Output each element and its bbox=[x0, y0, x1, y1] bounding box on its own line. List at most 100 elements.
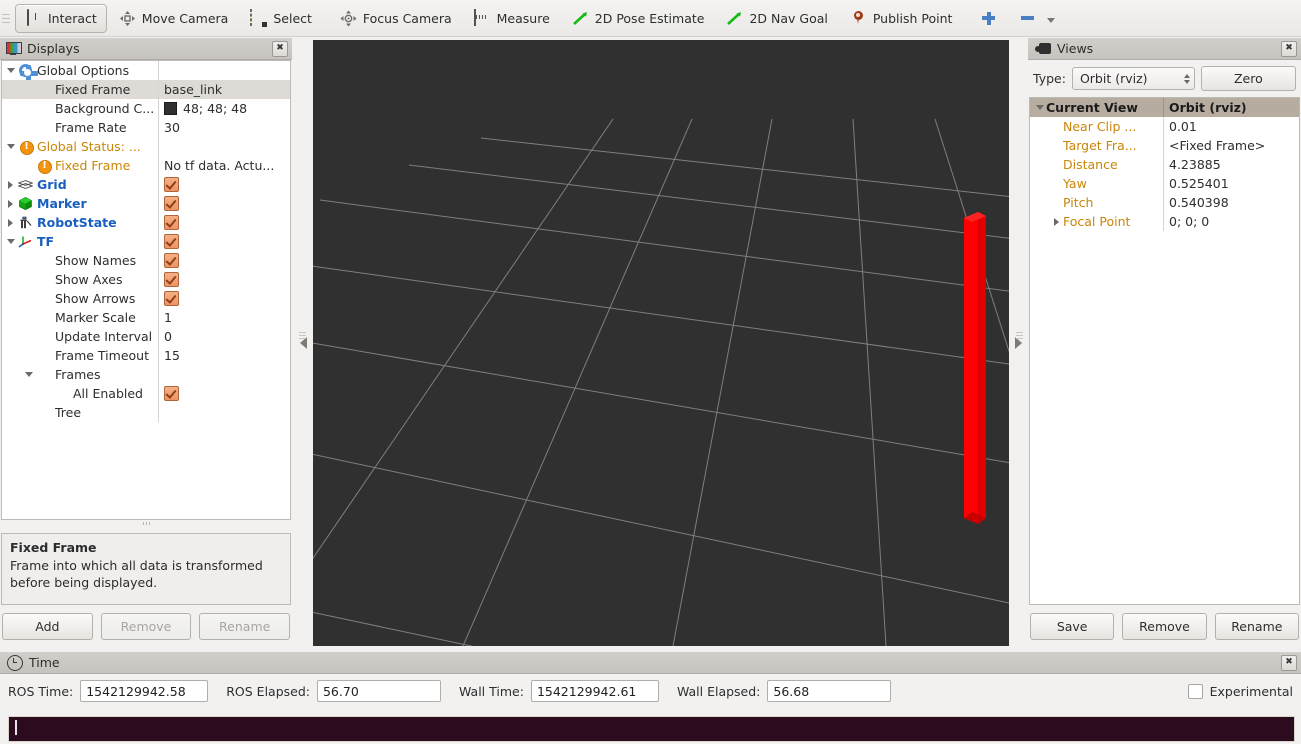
expander-icon[interactable] bbox=[4, 175, 17, 194]
displays-property-tree[interactable]: Global Options Fixed Frame base_link Backgr… bbox=[1, 60, 291, 520]
property-value-cell[interactable] bbox=[159, 253, 290, 268]
display-property-row[interactable]: Update Interval 0 bbox=[2, 327, 290, 346]
remove-view-button[interactable]: Remove bbox=[1122, 613, 1207, 640]
time-field-input[interactable]: 1542129942.58 bbox=[80, 680, 209, 702]
expander-icon[interactable] bbox=[4, 232, 17, 251]
property-value-cell[interactable] bbox=[159, 386, 290, 401]
tool-focus-camera[interactable]: Focus Camera bbox=[330, 4, 462, 33]
view-property-value[interactable]: 0.540398 bbox=[1164, 195, 1299, 210]
visibility-checkbox[interactable] bbox=[164, 234, 179, 249]
property-value-cell[interactable] bbox=[159, 196, 290, 211]
expander-icon[interactable] bbox=[4, 137, 17, 156]
display-property-row[interactable]: Frame Timeout 15 bbox=[2, 346, 290, 365]
save-view-button[interactable]: Save bbox=[1030, 613, 1115, 640]
property-value-cell[interactable] bbox=[159, 177, 290, 192]
visibility-checkbox[interactable] bbox=[164, 272, 179, 287]
visibility-checkbox[interactable] bbox=[164, 196, 179, 211]
close-icon[interactable]: ✖ bbox=[1281, 40, 1297, 57]
view-type-select[interactable]: Orbit (rviz) bbox=[1071, 67, 1195, 90]
toolbar-drag-handle[interactable] bbox=[2, 7, 12, 29]
expander-icon[interactable] bbox=[4, 213, 17, 232]
display-property-row[interactable]: Show Arrows bbox=[2, 289, 290, 308]
property-value-cell[interactable]: 15 bbox=[159, 348, 290, 363]
display-property-row[interactable]: Global Options bbox=[2, 61, 290, 80]
visibility-checkbox[interactable] bbox=[164, 253, 179, 268]
property-value-cell[interactable]: No tf data. Actu... bbox=[159, 158, 290, 173]
property-value-cell[interactable]: 0 bbox=[159, 329, 290, 344]
property-value-cell[interactable] bbox=[159, 234, 290, 249]
right-panel-collapse-handle[interactable] bbox=[1011, 40, 1025, 646]
expander-icon[interactable] bbox=[1033, 98, 1046, 117]
color-swatch[interactable] bbox=[164, 102, 177, 115]
view-property-row[interactable]: Distance 4.23885 bbox=[1030, 155, 1299, 174]
tool-publish-point[interactable]: Publish Point bbox=[840, 4, 963, 33]
expander-icon[interactable] bbox=[1050, 212, 1063, 231]
tool-remove[interactable] bbox=[1009, 4, 1065, 33]
view-property-row[interactable]: Focal Point 0; 0; 0 bbox=[1030, 212, 1299, 231]
display-property-row[interactable]: Show Axes bbox=[2, 270, 290, 289]
time-field-input[interactable]: 1542129942.61 bbox=[530, 680, 659, 702]
spinner-icon[interactable] bbox=[1183, 73, 1190, 84]
visibility-checkbox[interactable] bbox=[164, 177, 179, 192]
expander-icon[interactable] bbox=[22, 365, 35, 384]
display-property-row[interactable]: Show Names bbox=[2, 251, 290, 270]
property-value-cell[interactable] bbox=[159, 291, 290, 306]
display-property-row[interactable]: Frames bbox=[2, 365, 290, 384]
view-property-row[interactable]: Target Fra... <Fixed Frame> bbox=[1030, 136, 1299, 155]
display-property-row[interactable]: Frame Rate 30 bbox=[2, 118, 290, 137]
property-value-cell[interactable]: 48; 48; 48 bbox=[159, 101, 290, 116]
property-value-cell[interactable]: base_link bbox=[159, 82, 290, 97]
expander-icon[interactable] bbox=[4, 61, 17, 80]
tool-add[interactable] bbox=[970, 4, 1007, 33]
display-property-row[interactable]: RobotState bbox=[2, 213, 290, 232]
rename-display-button[interactable]: Rename bbox=[199, 613, 291, 640]
tool-select[interactable]: Select bbox=[240, 4, 322, 33]
view-property-value[interactable]: <Fixed Frame> bbox=[1164, 138, 1299, 153]
property-value-cell[interactable] bbox=[159, 272, 290, 287]
left-panel-collapse-handle[interactable] bbox=[296, 40, 310, 646]
displays-splitter[interactable] bbox=[0, 520, 292, 527]
3d-render-view[interactable] bbox=[313, 40, 1009, 646]
tool-2d-pose-estimate[interactable]: 2D Pose Estimate bbox=[562, 4, 715, 33]
time-field-input[interactable]: 56.68 bbox=[767, 680, 892, 702]
chevron-down-icon[interactable] bbox=[1047, 17, 1056, 23]
property-value-cell[interactable] bbox=[159, 215, 290, 230]
display-property-row[interactable]: Grid bbox=[2, 175, 290, 194]
view-property-value[interactable]: 4.23885 bbox=[1164, 157, 1299, 172]
tool-2d-nav-goal[interactable]: 2D Nav Goal bbox=[716, 4, 837, 33]
add-display-button[interactable]: Add bbox=[2, 613, 93, 640]
tool-move-camera[interactable]: Move Camera bbox=[109, 4, 239, 33]
display-property-row[interactable]: All Enabled bbox=[2, 384, 290, 403]
remove-display-button[interactable]: Remove bbox=[100, 613, 192, 640]
terminal-output[interactable] bbox=[8, 716, 1295, 742]
expander-icon[interactable] bbox=[4, 194, 17, 213]
display-property-row[interactable]: Tree bbox=[2, 403, 290, 422]
property-value-cell[interactable]: 1 bbox=[159, 310, 290, 325]
view-property-row[interactable]: Pitch 0.540398 bbox=[1030, 193, 1299, 212]
visibility-checkbox[interactable] bbox=[164, 215, 179, 230]
display-property-row[interactable]: Fixed Frame base_link bbox=[2, 80, 290, 99]
zero-button[interactable]: Zero bbox=[1200, 66, 1296, 91]
tool-interact[interactable]: Interact bbox=[15, 3, 107, 33]
display-property-row[interactable]: TF bbox=[2, 232, 290, 251]
visibility-checkbox[interactable] bbox=[164, 386, 179, 401]
display-property-row[interactable]: Background C... 48; 48; 48 bbox=[2, 99, 290, 118]
view-property-value[interactable]: 0.01 bbox=[1164, 119, 1299, 134]
views-property-tree[interactable]: Current View Orbit (rviz) Near Clip ... 0.0… bbox=[1029, 97, 1300, 605]
display-property-row[interactable]: Marker Scale 1 bbox=[2, 308, 290, 327]
tool-measure[interactable]: Measure bbox=[464, 4, 560, 33]
close-icon[interactable]: ✖ bbox=[1281, 654, 1297, 671]
experimental-checkbox[interactable] bbox=[1187, 683, 1203, 699]
time-field-input[interactable]: 56.70 bbox=[316, 680, 441, 702]
view-property-value[interactable]: Orbit (rviz) bbox=[1164, 100, 1299, 115]
visibility-checkbox[interactable] bbox=[164, 291, 179, 306]
display-property-row[interactable]: Fixed Frame No tf data. Actu... bbox=[2, 156, 290, 175]
view-property-row[interactable]: Yaw 0.525401 bbox=[1030, 174, 1299, 193]
view-property-value[interactable]: 0; 0; 0 bbox=[1164, 214, 1299, 229]
view-property-row[interactable]: Current View Orbit (rviz) bbox=[1030, 98, 1299, 117]
display-property-row[interactable]: Global Status: ... bbox=[2, 137, 290, 156]
property-value-cell[interactable]: 30 bbox=[159, 120, 290, 135]
view-property-value[interactable]: 0.525401 bbox=[1164, 176, 1299, 191]
close-icon[interactable]: ✖ bbox=[272, 40, 288, 57]
display-property-row[interactable]: Marker bbox=[2, 194, 290, 213]
